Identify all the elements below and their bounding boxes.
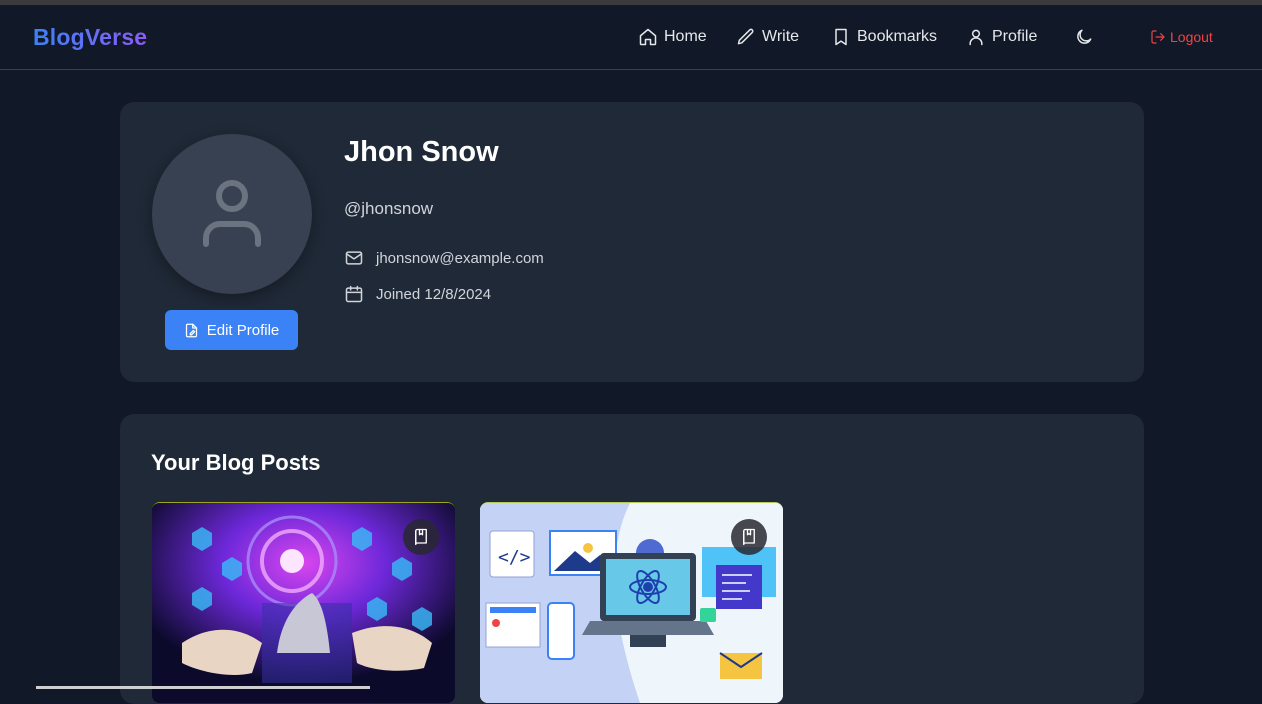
avatar: [152, 134, 312, 294]
nav-bookmarks-link[interactable]: Bookmarks: [831, 25, 937, 49]
bookmark-post-button[interactable]: [731, 519, 767, 555]
blog-posts-section: Your Blog Posts </>: [120, 414, 1144, 704]
posts-section-title: Your Blog Posts: [151, 450, 321, 475]
nav-bookmarks-label: Bookmarks: [857, 28, 938, 45]
svg-text:</>: </>: [498, 547, 531, 568]
profile-email: jhonsnow@example.com: [376, 249, 544, 267]
profile-joined: Joined 12/8/2024: [376, 285, 492, 303]
bookmark-icon: [835, 28, 847, 46]
profile-handle: @jhonsnow: [344, 199, 434, 218]
bookmark-post-button[interactable]: [403, 519, 439, 555]
top-navbar: BlogVerse Home Write Bookmarks Profile L…: [0, 5, 1262, 70]
mail-icon: [345, 251, 363, 265]
pencil-icon: [737, 28, 754, 45]
nav-write-label: Write: [762, 28, 800, 45]
profile-card: Edit Profile Jhon Snow @jhonsnow jhonsno…: [120, 102, 1144, 382]
logout-button[interactable]: Logout: [1150, 25, 1213, 49]
logout-label: Logout: [1170, 29, 1213, 45]
nav-profile-link[interactable]: Profile: [966, 25, 1037, 49]
brand-logo[interactable]: BlogVerse: [33, 24, 147, 51]
nav-write-link[interactable]: Write: [736, 25, 799, 49]
book-icon: [415, 528, 427, 546]
user-placeholder-icon: [203, 180, 261, 247]
home-icon: [639, 28, 657, 46]
edit-profile-button[interactable]: Edit Profile: [165, 310, 298, 350]
nav-home-link[interactable]: Home: [638, 25, 707, 49]
user-icon: [969, 29, 983, 46]
nav-profile-label: Profile: [992, 28, 1038, 45]
profile-joined-row: Joined 12/8/2024: [344, 284, 491, 304]
moon-icon: [1077, 29, 1092, 44]
profile-email-row: jhonsnow@example.com: [344, 248, 544, 268]
book-icon: [743, 528, 755, 546]
blog-post-card[interactable]: [152, 502, 455, 703]
profile-name: Jhon Snow: [344, 136, 499, 168]
logout-icon: [1151, 30, 1165, 44]
calendar-icon: [345, 285, 363, 303]
edit-file-icon: [185, 323, 197, 337]
nav-home-label: Home: [664, 28, 707, 45]
edit-profile-label: Edit Profile: [206, 321, 280, 339]
blog-post-card[interactable]: </>: [480, 502, 783, 703]
theme-toggle-button[interactable]: [1074, 25, 1094, 49]
